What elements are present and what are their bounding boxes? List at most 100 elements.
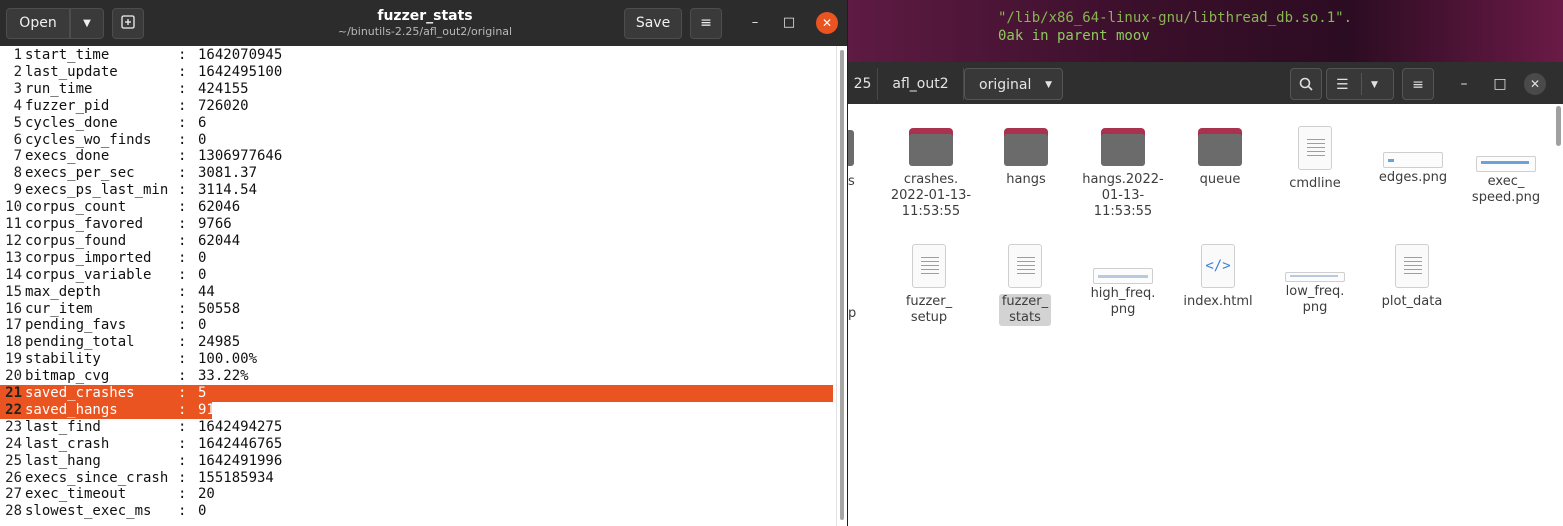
separator-colon: : (178, 300, 187, 317)
editor-line[interactable]: 22 saved_hangs:91 (0, 401, 836, 419)
editor-scrollbar[interactable] (836, 46, 847, 526)
editor-line[interactable]: 8 execs_per_sec:3081.37 (0, 165, 836, 182)
image-file-icon (1093, 268, 1153, 284)
breadcrumb-original[interactable]: original ▼ (964, 68, 1063, 100)
editor-line[interactable]: 14 corpus_variable:0 (0, 267, 836, 284)
scrollbar-thumb[interactable] (840, 50, 844, 520)
line-number: 19 (5, 351, 22, 368)
editor-line[interactable]: 10 corpus_count:62046 (0, 199, 836, 216)
close-button[interactable]: ✕ (816, 12, 838, 34)
stat-value: 1642494275 (198, 418, 283, 435)
scrollbar[interactable] (1556, 106, 1561, 146)
open-button[interactable]: Open (6, 8, 70, 39)
stat-key: pending_favs (25, 317, 127, 334)
search-button[interactable] (1290, 68, 1322, 100)
menu-button[interactable]: ≡ (1402, 68, 1434, 100)
editor-line[interactable]: 23 last_find:1642494275 (0, 419, 836, 436)
maximize-button[interactable]: □ (778, 12, 800, 34)
editor-line[interactable]: 25 last_hang:1642491996 (0, 453, 836, 470)
stat-key: last_update (25, 63, 118, 80)
editor-line[interactable]: 3 run_time:424155 (0, 81, 836, 98)
line-number: 13 (5, 249, 22, 266)
line-number: 21 (5, 385, 22, 401)
editor-line[interactable]: 24 last_crash:1642446765 (0, 436, 836, 453)
minimize-button[interactable]: – (744, 12, 766, 34)
editor-line[interactable]: 9 execs_ps_last_min:3114.54 (0, 182, 836, 199)
breadcrumb-afl-out2[interactable]: afl_out2 (878, 68, 964, 100)
editor-line[interactable]: 15 max_depth:44 (0, 284, 836, 301)
file-crashes-2022[interactable]: crashes. 2022-01-13- 11:53:55 (886, 128, 976, 220)
stat-key: exec_timeout (25, 486, 127, 503)
editor-line[interactable]: 11 corpus_favored:9766 (0, 216, 836, 233)
editor-line[interactable]: 21 saved_crashes:5 (0, 385, 836, 402)
stat-key: pending_total (25, 334, 135, 351)
breadcrumb-25[interactable]: 25 (848, 68, 878, 100)
file-label: hangs (1006, 172, 1046, 187)
file-high-freq-png[interactable]: high_freq. png (1078, 258, 1168, 318)
save-button[interactable]: Save (624, 8, 682, 39)
separator-colon: : (178, 486, 187, 503)
separator-colon: : (178, 165, 187, 182)
editor-text-area[interactable]: 1 start_time:1642070945 2 last_update:16424… (0, 46, 836, 526)
image-file-icon (1285, 272, 1345, 282)
minimize-button[interactable]: – (1454, 68, 1474, 100)
terminal-line-2: 0ak in parent moov (998, 28, 1150, 44)
open-dropdown-button[interactable]: ▼ (70, 8, 104, 39)
editor-line[interactable]: 5 cycles_done:6 (0, 115, 836, 132)
new-tab-button[interactable] (112, 8, 144, 39)
editor-line[interactable]: 27 exec_timeout:20 (0, 486, 836, 503)
line-number: 25 (5, 452, 22, 469)
line-number: 8 (13, 165, 22, 182)
stat-value: 91 (198, 401, 215, 418)
file-label: crashes. 2022-01-13- 11:53:55 (890, 172, 972, 219)
separator-colon: : (178, 216, 187, 232)
file-low-freq-png[interactable]: low_freq. png (1270, 258, 1360, 316)
file-fuzzer-stats[interactable]: fuzzer_ stats (980, 244, 1070, 326)
file-cmdline[interactable]: cmdline (1270, 126, 1360, 192)
stat-value: 100.00% (198, 351, 258, 368)
view-toggle-button[interactable]: ☰ ▼ (1326, 68, 1394, 100)
partial-file-label: p (848, 306, 857, 321)
stat-key: cur_item (25, 300, 93, 317)
stat-value: 24985 (198, 334, 241, 351)
stat-value: 50558 (198, 300, 241, 317)
list-view-icon: ☰ (1336, 77, 1349, 93)
editor-line[interactable]: 7 execs_done:1306977646 (0, 148, 836, 165)
menu-button[interactable]: ≡ (690, 8, 722, 39)
close-button[interactable]: ✕ (1524, 73, 1546, 95)
editor-line[interactable]: 20 bitmap_cvg:33.22% (0, 368, 836, 385)
editor-line[interactable]: 28 slowest_exec_ms:0 (0, 503, 836, 520)
editor-line[interactable]: 17 pending_favs:0 (0, 317, 836, 334)
file-label: hangs.2022- 01-13- 11:53:55 (1082, 172, 1164, 219)
editor-line[interactable]: 26 execs_since_crash:155185934 (0, 470, 836, 487)
editor-line[interactable]: 12 corpus_found:62044 (0, 233, 836, 250)
editor-line[interactable]: 13 corpus_imported:0 (0, 250, 836, 267)
editor-line[interactable]: 1 start_time:1642070945 (0, 47, 836, 64)
separator-colon: : (178, 97, 187, 114)
editor-line[interactable]: 2 last_update:1642495100 (0, 64, 836, 81)
file-plot-data[interactable]: plot_data (1367, 244, 1457, 310)
editor-line[interactable]: 19 stability:100.00% (0, 351, 836, 368)
stat-value: 6 (198, 114, 207, 131)
file-index-html[interactable]: </> index.html (1173, 244, 1263, 310)
folder-icon (909, 128, 953, 166)
file-hangs-2022[interactable]: hangs.2022- 01-13- 11:53:55 (1078, 128, 1168, 220)
file-exec-speed-png[interactable]: exec_ speed.png (1461, 142, 1551, 206)
editor-line[interactable]: 4 fuzzer_pid:726020 (0, 98, 836, 115)
separator-colon: : (178, 368, 187, 385)
separator-colon: : (178, 401, 187, 418)
text-file-icon (1298, 126, 1332, 170)
maximize-button[interactable]: □ (1490, 68, 1510, 100)
line-number: 5 (13, 114, 22, 131)
separator-colon: : (178, 283, 187, 300)
file-hangs[interactable]: hangs (981, 128, 1071, 188)
file-edges-png[interactable]: edges.png (1368, 142, 1458, 186)
file-queue[interactable]: queue (1175, 128, 1265, 188)
editor-line[interactable]: 18 pending_total:24985 (0, 334, 836, 351)
editor-line[interactable]: 6 cycles_wo_finds:0 (0, 132, 836, 149)
editor-line[interactable]: 16 cur_item:50558 (0, 301, 836, 318)
stat-value: 5 (198, 385, 207, 401)
stat-key: max_depth (25, 283, 101, 300)
file-fuzzer-setup[interactable]: fuzzer_ setup (884, 244, 974, 326)
line-number: 24 (5, 435, 22, 452)
